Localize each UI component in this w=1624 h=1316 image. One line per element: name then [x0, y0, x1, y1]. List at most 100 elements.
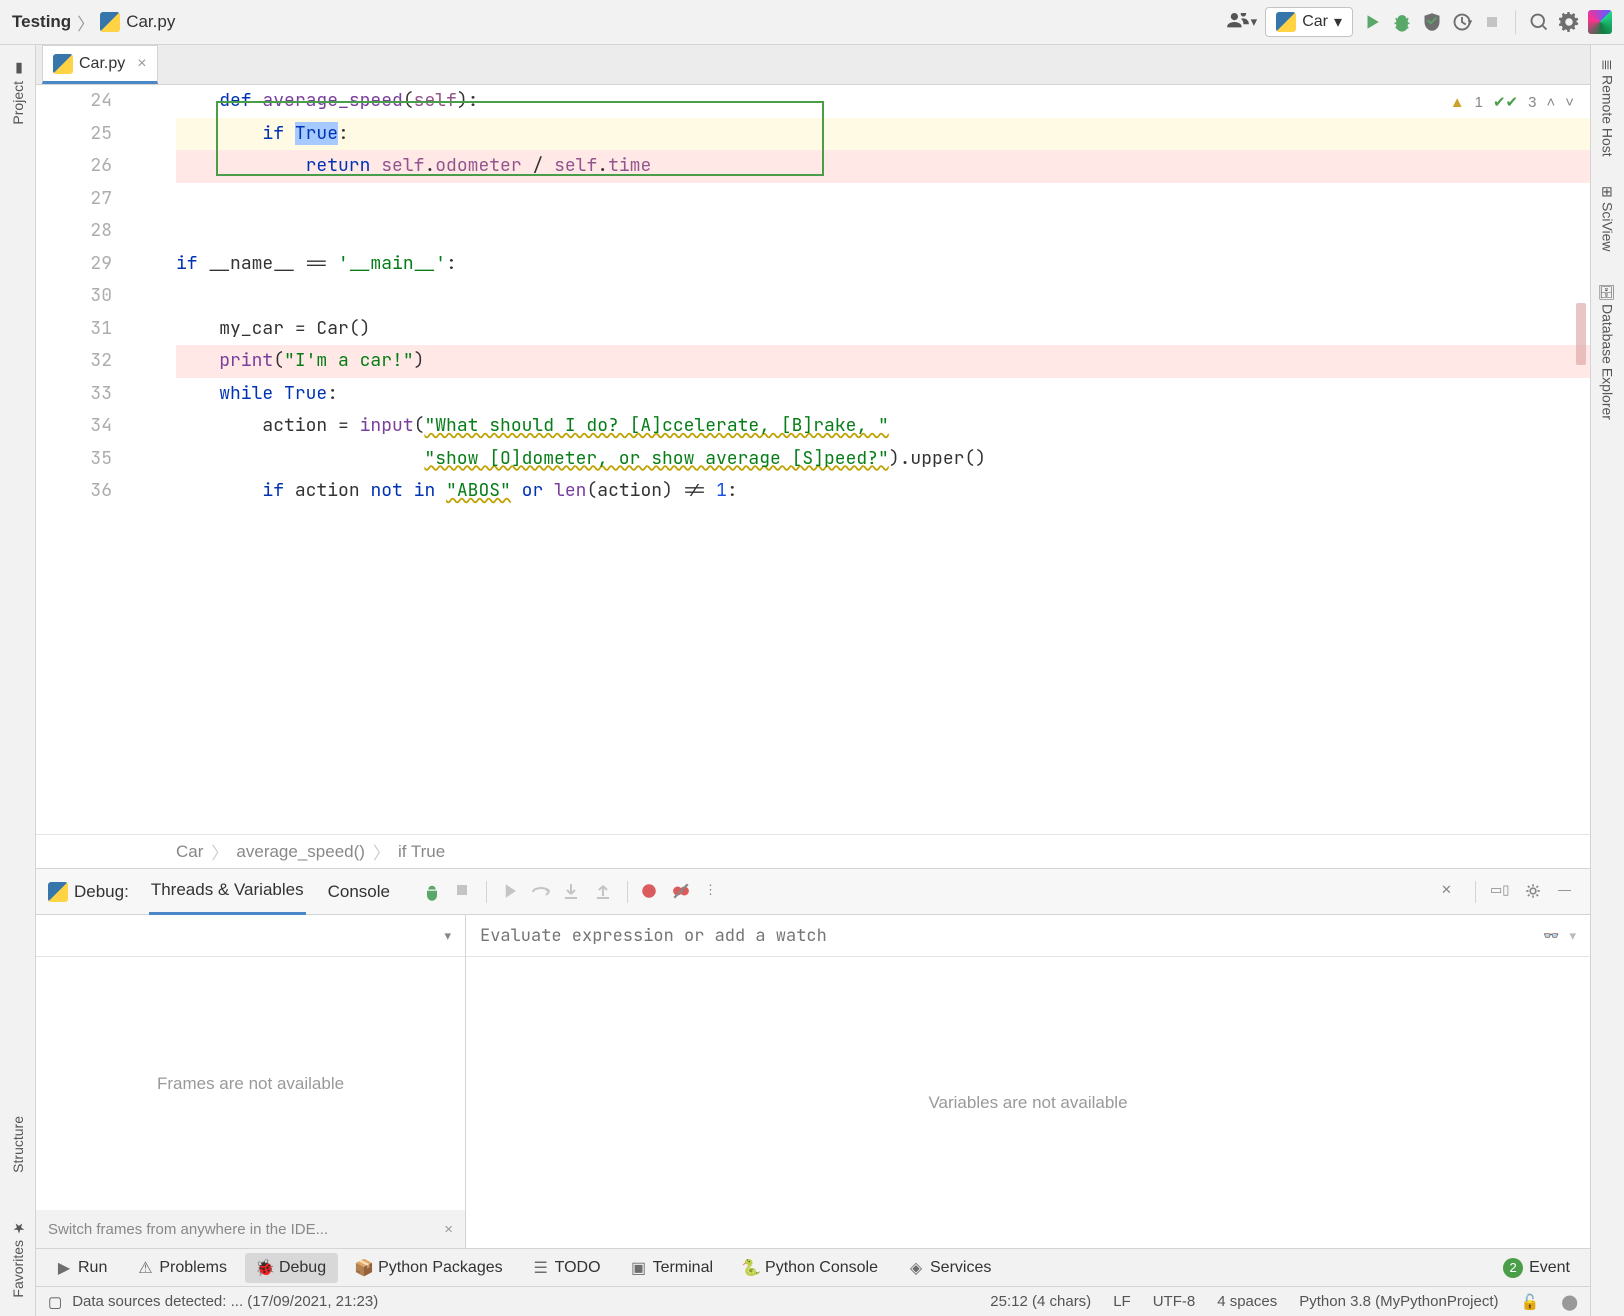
status-interpreter[interactable]: Python 3.8 (MyPythonProject) — [1299, 1293, 1498, 1310]
tool-run[interactable]: ▶Run — [44, 1253, 119, 1283]
code-breadcrumb: Car 〉 average_speed() 〉 if True — [36, 834, 1590, 868]
tool-window-bar: ▶Run ⚠Problems 🐞Debug 📦Python Packages ☰… — [36, 1248, 1590, 1286]
close-tab-icon[interactable]: × — [137, 55, 146, 73]
step-into-icon — [563, 882, 583, 902]
jetbrains-logo[interactable] — [1588, 10, 1612, 34]
debug-title: Debug: — [48, 882, 129, 902]
line-number[interactable]: 29 — [36, 248, 112, 281]
frames-hint: Switch frames from anywhere in the IDE..… — [36, 1210, 465, 1248]
prev-highlight-icon[interactable]: ˄ — [1546, 94, 1555, 111]
run-config-label: Car — [1302, 13, 1328, 31]
python-file-icon — [100, 12, 120, 32]
more-icon[interactable]: ⋮ — [704, 882, 724, 902]
line-number[interactable]: 25 — [36, 118, 112, 151]
mute-breakpoints-icon[interactable] — [672, 882, 692, 902]
breadcrumb-file[interactable]: Car.py — [126, 12, 175, 32]
line-number[interactable]: 31 — [36, 313, 112, 346]
lock-icon[interactable]: 🔓 — [1521, 1293, 1540, 1311]
sidebar-tab-remote-host[interactable]: ≣ Remote Host — [1600, 53, 1616, 162]
gear-icon[interactable] — [1524, 882, 1544, 902]
close-icon[interactable]: ✕ — [1441, 882, 1461, 902]
chevron-down-icon: ▾ — [1334, 12, 1342, 32]
sidebar-tab-project[interactable]: Project ▮ — [10, 53, 26, 133]
sidebar-tab-favorites[interactable]: Favorites ★ — [10, 1212, 26, 1306]
status-indent[interactable]: 4 spaces — [1217, 1293, 1277, 1310]
run-button[interactable] — [1361, 11, 1383, 33]
view-breakpoints-icon[interactable] — [640, 882, 660, 902]
code-editor[interactable]: 24 25 26 27 28 29 30 31 32 33 34 35 36 d… — [36, 85, 1590, 834]
resume-icon — [499, 882, 519, 902]
tool-window-toggle-icon[interactable]: ▢ — [48, 1293, 62, 1311]
variables-empty-text: Variables are not available — [466, 957, 1590, 1248]
line-number[interactable]: 24 — [36, 85, 112, 118]
next-highlight-icon[interactable]: ˅ — [1565, 94, 1574, 111]
evaluate-input[interactable] — [480, 925, 1543, 947]
sciview-icon: ⊞ — [1600, 186, 1616, 198]
search-icon[interactable] — [1528, 11, 1550, 33]
status-message[interactable]: Data sources detected: ... (17/09/2021, … — [72, 1293, 378, 1310]
line-number[interactable]: 26 — [36, 150, 112, 183]
sidebar-tab-sciview[interactable]: ⊞ SciView — [1600, 180, 1616, 257]
breadcrumb-method[interactable]: average_speed() — [236, 842, 365, 862]
line-number[interactable]: 27 — [36, 183, 112, 216]
line-number[interactable]: 28 — [36, 215, 112, 248]
play-icon: ▶ — [56, 1260, 72, 1276]
ide-status-icon[interactable]: ⬤ — [1561, 1293, 1578, 1311]
step-over-icon — [531, 882, 551, 902]
rerun-icon[interactable] — [422, 882, 442, 902]
line-number[interactable]: 34 — [36, 410, 112, 443]
close-hint-icon[interactable]: × — [444, 1221, 453, 1238]
inspection-widget[interactable]: ▲1 ✔✔3 ˄ ˅ — [1450, 93, 1574, 111]
status-caret[interactable]: 25:12 (4 chars) — [990, 1293, 1091, 1310]
line-number[interactable]: 36 — [36, 475, 112, 508]
warning-icon: ▲ — [1450, 94, 1465, 111]
tool-debug[interactable]: 🐞Debug — [245, 1253, 338, 1283]
breadcrumb-class[interactable]: Car — [176, 842, 203, 862]
debug-tab-console[interactable]: Console — [326, 870, 392, 914]
tool-problems[interactable]: ⚠Problems — [125, 1253, 239, 1283]
terminal-icon: ▣ — [631, 1260, 647, 1276]
line-number[interactable]: 35 — [36, 443, 112, 476]
settings-icon[interactable] — [1558, 11, 1580, 33]
sidebar-tab-database[interactable]: 🗄 Database Explorer — [1600, 276, 1616, 426]
tool-event-log[interactable]: 2Event — [1491, 1252, 1582, 1284]
profile-button[interactable]: ▾ — [1451, 11, 1473, 33]
error-stripe[interactable] — [1576, 303, 1586, 365]
minimize-icon[interactable]: — — [1558, 882, 1578, 902]
tool-packages[interactable]: 📦Python Packages — [344, 1253, 515, 1283]
glasses-icon[interactable]: 👓 — [1543, 928, 1559, 944]
line-number[interactable]: 33 — [36, 378, 112, 411]
tool-todo[interactable]: ☰TODO — [521, 1253, 613, 1283]
python-icon: 🐍 — [743, 1260, 759, 1276]
status-line-sep[interactable]: LF — [1113, 1293, 1131, 1310]
frames-thread-dropdown[interactable]: ▾ — [36, 915, 465, 957]
sidebar-tab-structure[interactable]: Structure — [10, 1108, 26, 1181]
coverage-button[interactable] — [1421, 11, 1443, 33]
tool-console[interactable]: 🐍Python Console — [731, 1253, 890, 1283]
layout-icon[interactable]: ▭▯ — [1490, 882, 1510, 902]
breadcrumb-separator: 〉 — [211, 839, 228, 864]
tool-services[interactable]: ◈Services — [896, 1253, 1003, 1283]
editor-tabs: Car.py × — [36, 45, 1590, 85]
database-icon: 🗄 — [1600, 282, 1616, 300]
nav-breadcrumb: Testing 〉 Car.py — [12, 10, 175, 35]
run-config-selector[interactable]: Car ▾ — [1265, 7, 1353, 37]
line-number[interactable]: 30 — [36, 280, 112, 313]
top-actions: ▾ Car ▾ ▾ — [1227, 7, 1612, 37]
gutter[interactable]: 24 25 26 27 28 29 30 31 32 33 34 35 36 — [36, 85, 126, 834]
remote-icon: ≣ — [1600, 59, 1616, 71]
debug-tab-threads[interactable]: Threads & Variables — [149, 868, 306, 915]
breadcrumb-project[interactable]: Testing — [12, 12, 71, 32]
breadcrumb-block[interactable]: if True — [398, 842, 445, 862]
status-encoding[interactable]: UTF-8 — [1153, 1293, 1196, 1310]
code-content[interactable]: def average_speed(self): if True: return… — [126, 85, 1590, 834]
editor-tab-car[interactable]: Car.py × — [42, 45, 158, 84]
tool-terminal[interactable]: ▣Terminal — [619, 1253, 725, 1283]
user-menu[interactable]: ▾ — [1227, 13, 1258, 31]
debug-button[interactable] — [1391, 11, 1413, 33]
line-number[interactable]: 32 — [36, 345, 112, 378]
frames-empty-text: Frames are not available — [36, 957, 465, 1210]
bug-icon: 🐞 — [257, 1260, 273, 1276]
chevron-down-icon[interactable]: ▾ — [1569, 928, 1576, 944]
evaluate-row: 👓 ▾ — [466, 915, 1590, 957]
